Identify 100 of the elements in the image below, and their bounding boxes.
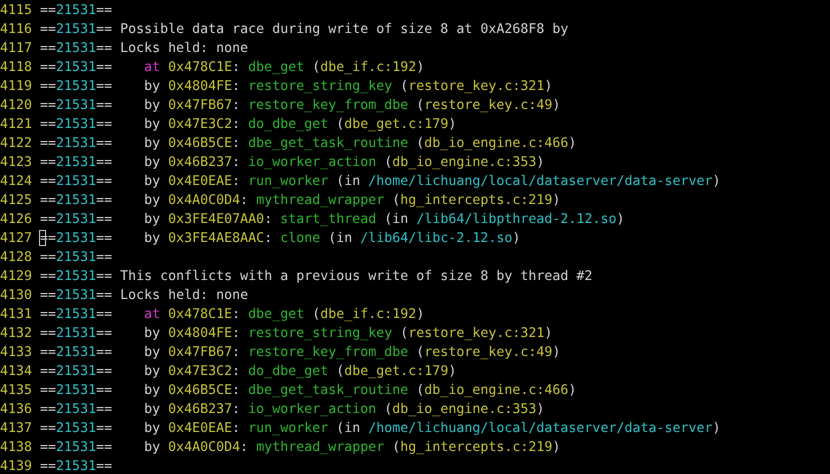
frame-keyword: by — [144, 325, 160, 343]
source-location: (dbe_if.c:192) — [312, 306, 424, 324]
log-message: This conflicts with a previous write of size 8 by thread #2 — [120, 268, 592, 286]
line-number: 4137 — [0, 420, 32, 438]
source-location: (db_io_engine.c:353) — [384, 401, 544, 419]
source-location: (dbe_get.c:179) — [336, 116, 456, 134]
process-id: ==21531== — [40, 192, 112, 210]
memory-address: 0x3FE4E07AA0: — [168, 211, 272, 229]
process-id: ==21531== — [40, 78, 112, 96]
process-id: ==21531== — [40, 21, 112, 39]
source-location: (db_io_engine.c:466) — [416, 382, 576, 400]
binary-location: (in /home/lichuang/local/dataserver/data-server) — [336, 420, 721, 438]
line-number: 4121 — [0, 116, 32, 134]
line-number: 4139 — [0, 458, 32, 474]
function-name: mythread_wrapper — [256, 192, 384, 210]
binary-location: (in /home/lichuang/local/dataserver/data-server) — [336, 173, 721, 191]
function-name: dbe_get — [248, 59, 304, 77]
function-name: run_worker — [248, 173, 328, 191]
function-name: io_worker_action — [248, 154, 376, 172]
process-id: ==21531== — [40, 97, 112, 115]
process-id: ==21531== — [40, 458, 112, 474]
memory-address: 0x46B5CE: — [168, 382, 240, 400]
line-number: 4133 — [0, 344, 32, 362]
line-number: 4117 — [0, 40, 32, 58]
line-number: 4136 — [0, 401, 32, 419]
line-number: 4138 — [0, 439, 32, 457]
line-number: 4127 — [0, 230, 32, 248]
source-location: (hg_intercepts.c:219) — [392, 192, 560, 210]
memory-address: 0x46B237: — [168, 401, 240, 419]
frame-keyword: by — [144, 211, 160, 229]
process-id: ==21531== — [40, 135, 112, 153]
memory-address: 0x46B237: — [168, 154, 240, 172]
function-name: mythread_wrapper — [256, 439, 384, 457]
line-number: 4122 — [0, 135, 32, 153]
function-name: clone — [280, 230, 320, 248]
function-name: start_thread — [280, 211, 376, 229]
process-id: ==21531== — [40, 2, 112, 20]
frame-keyword: by — [144, 135, 160, 153]
memory-address: 0x46B5CE: — [168, 135, 240, 153]
memory-address: 0x4804FE: — [168, 78, 240, 96]
function-name: dbe_get — [248, 306, 304, 324]
process-id: ==21531== — [40, 211, 112, 229]
line-number: 4132 — [0, 325, 32, 343]
binary-location: (in /lib64/libc-2.12.so) — [328, 230, 520, 248]
memory-address: 0x4804FE: — [168, 325, 240, 343]
frame-keyword: by — [144, 230, 160, 248]
process-id: ==21531== — [40, 40, 112, 58]
source-location: (restore_key.c:49) — [416, 344, 560, 362]
frame-keyword: by — [144, 420, 160, 438]
line-number: 4118 — [0, 59, 32, 77]
function-name: restore_key_from_dbe — [248, 97, 408, 115]
source-location: (restore_key.c:49) — [416, 97, 560, 115]
process-id: ==21531== — [40, 173, 112, 191]
memory-address: 0x478C1E: — [168, 306, 240, 324]
frame-keyword: by — [144, 401, 160, 419]
source-location: (dbe_get.c:179) — [336, 363, 456, 381]
frame-keyword: by — [144, 97, 160, 115]
memory-address: 0x47FB67: — [168, 97, 240, 115]
line-number: 4126 — [0, 211, 32, 229]
line-number: 4120 — [0, 97, 32, 115]
process-id: ==21531== — [40, 439, 112, 457]
process-id: ==21531== — [40, 363, 112, 381]
memory-address: 0x4A0C0D4: — [168, 192, 248, 210]
source-location: (restore_key.c:321) — [400, 78, 552, 96]
process-id: ==21531== — [40, 154, 112, 172]
frame-keyword: by — [144, 192, 160, 210]
frame-keyword: by — [144, 439, 160, 457]
memory-address: 0x4E0EAE: — [168, 173, 240, 191]
memory-address: 0x47FB67: — [168, 344, 240, 362]
line-number: 4130 — [0, 287, 32, 305]
process-id: ==21531== — [40, 116, 112, 134]
frame-keyword: by — [144, 363, 160, 381]
function-name: restore_string_key — [248, 325, 392, 343]
process-id: ==21531== — [40, 382, 112, 400]
memory-address: 0x3FE4AE8AAC: — [168, 230, 272, 248]
source-location: (dbe_if.c:192) — [312, 59, 424, 77]
line-number: 4124 — [0, 173, 32, 191]
line-number: 4119 — [0, 78, 32, 96]
line-number: 4131 — [0, 306, 32, 324]
function-name: do_dbe_get — [248, 116, 328, 134]
line-number: 4135 — [0, 382, 32, 400]
memory-address: 0x478C1E: — [168, 59, 240, 77]
frame-keyword: by — [144, 173, 160, 191]
memory-address: 0x47E3C2: — [168, 116, 240, 134]
log-message: Possible data race during write of size 8 at 0xA268F8 by — [120, 21, 568, 39]
process-id: ==21531== — [40, 325, 112, 343]
frame-keyword: by — [144, 154, 160, 172]
frame-keyword: by — [144, 116, 160, 134]
memory-address: 0x4E0EAE: — [168, 420, 240, 438]
source-location: (restore_key.c:321) — [400, 325, 552, 343]
log-message: Locks held: none — [120, 287, 248, 305]
binary-location: (in /lib64/libpthread-2.12.so) — [384, 211, 624, 229]
line-number: 4125 — [0, 192, 32, 210]
source-location: (hg_intercepts.c:219) — [392, 439, 560, 457]
function-name: restore_string_key — [248, 78, 392, 96]
memory-address: 0x4A0C0D4: — [168, 439, 248, 457]
line-number: 4116 — [0, 21, 32, 39]
process-id: ==21531== — [40, 59, 112, 77]
line-number: 4123 — [0, 154, 32, 172]
function-name: io_worker_action — [248, 401, 376, 419]
